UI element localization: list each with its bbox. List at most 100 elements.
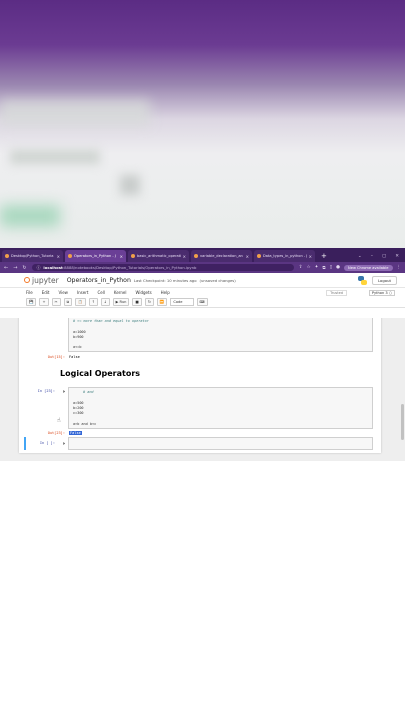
- cell-type-select[interactable]: Code: [170, 298, 194, 306]
- input-prompt: In [23]:: [37, 389, 55, 393]
- browser-tab[interactable]: Desktop/Python_Tutoria ×: [2, 250, 63, 262]
- save-icon[interactable]: 💾: [26, 298, 37, 306]
- profile-icon[interactable]: ●: [336, 265, 340, 270]
- blurred-shape: [0, 100, 150, 126]
- move-up-icon[interactable]: ↑: [88, 298, 98, 306]
- notebook-area: # >= more than and equal to operator a=1…: [0, 318, 405, 461]
- code-line: a=500: [73, 400, 84, 405]
- puzzle-icon[interactable]: ⧉: [322, 265, 325, 271]
- code-comment: # and: [83, 390, 94, 394]
- new-tab-button[interactable]: +: [317, 250, 331, 262]
- markdown-heading[interactable]: Logical Operators: [60, 369, 140, 378]
- jupyter-tab-icon: [257, 254, 261, 258]
- tab-search-icon[interactable]: ⌄: [358, 254, 362, 259]
- browser-tab[interactable]: basic_arithmatic_operati ×: [128, 250, 189, 262]
- code-line: b=900: [73, 334, 84, 339]
- jupyter-logo[interactable]: jupyter: [24, 276, 59, 285]
- code-line: b=200: [73, 405, 84, 410]
- back-icon[interactable]: ←: [4, 265, 8, 271]
- minimize-icon[interactable]: –: [371, 254, 373, 259]
- restart-run-all-icon[interactable]: ⏩: [156, 298, 168, 306]
- empty-code-cell[interactable]: [68, 437, 373, 450]
- tab-title: Data_types_in_python - J: [263, 254, 307, 258]
- blurred-shape: [0, 205, 60, 227]
- jupyter-logo-icon: [24, 277, 30, 283]
- extension-icon[interactable]: ✦: [315, 265, 319, 270]
- info-icon[interactable]: ⓘ: [37, 265, 41, 271]
- close-tab-icon[interactable]: ×: [57, 254, 60, 259]
- logout-button[interactable]: Logout: [372, 275, 397, 285]
- notebook-toolbar: 💾 + ✂ ⧉ 📋 ↑ ↓ ▶ Run ■ ↻ ⏩ Code ⌨: [0, 297, 405, 308]
- run-button[interactable]: ▶ Run: [112, 298, 130, 306]
- notebook-page: # >= more than and equal to operator a=1…: [19, 318, 381, 453]
- hand-cursor-icon: ☝: [57, 417, 61, 424]
- url-host: localhost: [43, 265, 63, 270]
- blurred-shape: [120, 175, 140, 195]
- run-cell-icon[interactable]: ⏵: [63, 441, 65, 446]
- add-cell-icon[interactable]: +: [39, 298, 49, 306]
- jupyter-tab-icon: [194, 254, 198, 258]
- command-palette-icon[interactable]: ⌨: [196, 298, 208, 306]
- jupyter-header: jupyter Operators_in_Python Last Checkpo…: [0, 273, 405, 288]
- code-cell-input[interactable]: # >= more than and equal to operator a=1…: [68, 318, 373, 352]
- cut-icon[interactable]: ✂: [51, 298, 61, 306]
- selected-text: False: [69, 431, 82, 435]
- jupyter-logo-text: jupyter: [32, 275, 59, 285]
- maximize-icon[interactable]: ▢: [382, 254, 386, 259]
- interrupt-icon[interactable]: ■: [132, 298, 142, 306]
- copy-icon[interactable]: ⧉: [63, 298, 73, 306]
- browser-tab[interactable]: Data_types_in_python - J ×: [254, 250, 315, 262]
- menu-edit[interactable]: Edit: [42, 290, 50, 295]
- menu-kernel[interactable]: Kernel: [114, 290, 127, 295]
- restart-icon[interactable]: ↻: [144, 298, 154, 306]
- scrollbar[interactable]: [401, 404, 404, 440]
- notebook-title[interactable]: Operators_in_Python: [67, 277, 131, 284]
- code-line: a<=b: [73, 345, 82, 350]
- code-line: a>b and b<c: [73, 421, 97, 426]
- blurred-shape: [10, 150, 100, 164]
- share-icon[interactable]: ⇪: [299, 265, 303, 270]
- run-cell-icon[interactable]: ⏵: [63, 389, 65, 394]
- address-toolbar: ← → ↻ ⓘ localhost:8888/notebooks/Desktop…: [0, 262, 405, 273]
- menu-kebab-icon[interactable]: ⋮: [397, 265, 402, 270]
- blank-area: [0, 461, 405, 720]
- browser-tab-active[interactable]: Operators_in_Python - J ×: [65, 250, 126, 262]
- url-path: :8888/notebooks/Desktop/Python_Tutorials…: [62, 265, 197, 270]
- jupyter-tab-icon: [68, 254, 72, 258]
- menu-help[interactable]: Help: [161, 290, 170, 295]
- code-comment: # >= more than and equal to operator: [73, 319, 149, 323]
- sidebar-icon[interactable]: ▯: [330, 265, 332, 270]
- jupyter-tab-icon: [131, 254, 135, 258]
- extensions-area: ⇪ ☆ ✦ ⧉ ▯ ● New Chrome available ⋮: [299, 264, 402, 271]
- tab-title: Desktop/Python_Tutoria: [11, 254, 54, 258]
- reload-icon[interactable]: ↻: [22, 265, 26, 271]
- close-tab-icon[interactable]: ×: [309, 254, 312, 259]
- close-tab-icon[interactable]: ×: [246, 254, 249, 259]
- trusted-badge[interactable]: Trusted: [326, 289, 347, 296]
- close-tab-icon[interactable]: ×: [120, 254, 123, 259]
- forward-icon[interactable]: →: [13, 265, 17, 271]
- tab-title: basic_arithmatic_operati: [137, 254, 181, 258]
- browser-window: Desktop/Python_Tutoria × Operators_in_Pyt…: [0, 248, 405, 461]
- tab-title: Operators_in_Python - J: [74, 254, 116, 258]
- address-bar[interactable]: ⓘ localhost:8888/notebooks/Desktop/Pytho…: [31, 264, 294, 271]
- code-cell-input[interactable]: # and a=500 b=200 c=300 a>b and b<c: [68, 387, 373, 429]
- cell-output-selected: False: [69, 431, 82, 435]
- kernel-indicator[interactable]: Python 3 ○: [368, 289, 395, 296]
- paste-icon[interactable]: 📋: [75, 298, 86, 306]
- output-prompt: Out[15]:: [47, 355, 65, 359]
- update-chrome-button[interactable]: New Chrome available: [344, 264, 393, 271]
- menu-file[interactable]: File: [26, 290, 33, 295]
- menu-widgets[interactable]: Widgets: [136, 290, 152, 295]
- input-prompt: In [ ]:: [39, 441, 55, 445]
- close-tab-icon[interactable]: ×: [183, 254, 186, 259]
- close-window-icon[interactable]: ✕: [395, 254, 399, 259]
- menu-insert[interactable]: Insert: [77, 290, 88, 295]
- move-down-icon[interactable]: ↓: [100, 298, 110, 306]
- bookmark-star-icon[interactable]: ☆: [307, 265, 311, 270]
- menu-cell[interactable]: Cell: [97, 290, 104, 295]
- python-logo-icon: [358, 275, 367, 285]
- browser-tab[interactable]: variable_declaration_an ×: [191, 250, 252, 262]
- output-prompt: Out[23]:: [47, 431, 65, 435]
- menu-view[interactable]: View: [58, 290, 68, 295]
